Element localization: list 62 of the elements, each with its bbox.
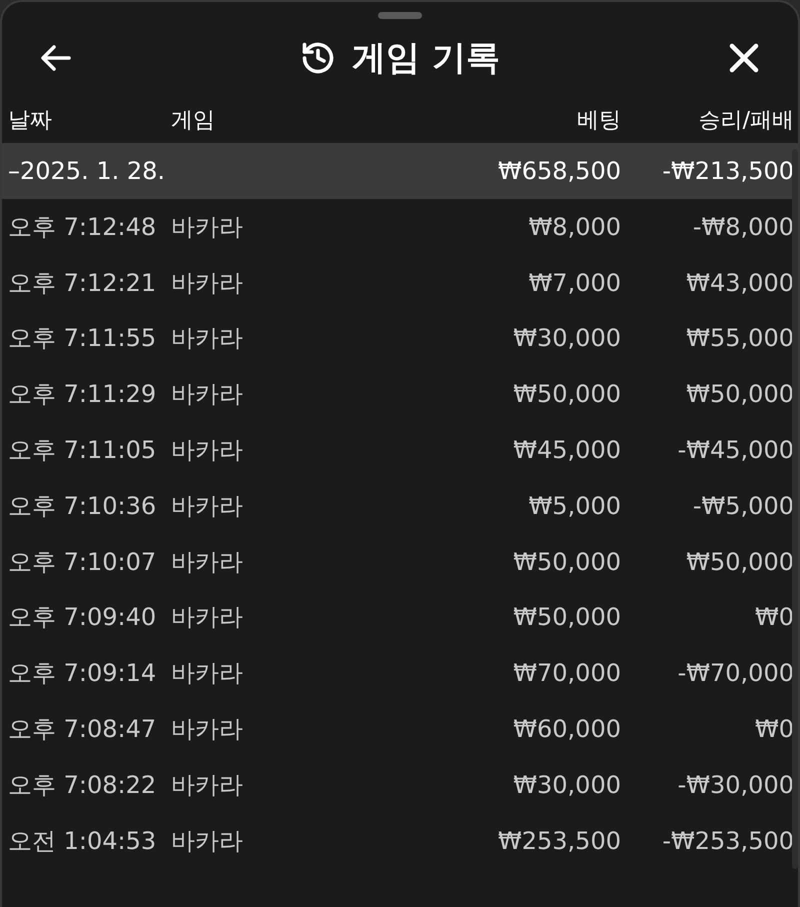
table-cell-text: 바카라 <box>171 323 244 354</box>
table-cell-text: ₩55,000 <box>685 323 795 354</box>
column-header: 날짜 <box>7 106 53 134</box>
table-cell-text: 오후 7:10:07 <box>7 546 158 578</box>
table-cell-text: ₩50,000 <box>685 379 795 410</box>
table-cell-text: ₩60,000 <box>512 714 621 746</box>
table-cell-text: 오후 7:10:36 <box>7 490 158 522</box>
table-cell-text: 바카라 <box>171 379 244 410</box>
table-cell-text: -₩5,000 <box>692 490 795 522</box>
table-cell-text: 오후 7:11:05 <box>7 435 158 466</box>
table-cell-text: 바카라 <box>171 435 244 466</box>
date-group-row[interactable]: –2025. 1. 28. ₩658,500 -₩213,500 <box>2 143 798 199</box>
column-header: 게임 <box>171 106 216 134</box>
table-cell-text: -₩70,000 <box>676 658 795 690</box>
scrollbar[interactable] <box>792 149 798 869</box>
table-cell-text: 바카라 <box>171 546 244 578</box>
table-cell-text: 바카라 <box>171 490 244 522</box>
table-cell-text: –2025. 1. 28. <box>7 156 166 187</box>
history-icon <box>300 40 336 76</box>
table-cell-text: ₩30,000 <box>512 770 621 801</box>
table-cell-text: -₩30,000 <box>676 770 795 801</box>
close-icon <box>729 43 759 73</box>
table-cell-text: 오후 7:12:48 <box>7 212 158 243</box>
back-arrow-icon <box>40 44 72 72</box>
table-cell-text: -₩213,500 <box>661 156 795 187</box>
column-header: 승리/패배 <box>698 106 795 134</box>
table-cell-text: ₩253,500 <box>497 826 621 857</box>
window-title: 게임 기록 <box>352 36 500 80</box>
table-cell-text: 오후 7:08:22 <box>7 770 158 801</box>
table-cell-text: 바카라 <box>171 658 244 690</box>
table-cell-text: 오전 1:04:53 <box>7 826 158 857</box>
table-cell-text: ₩30,000 <box>512 323 621 354</box>
table-cell-text: 오후 7:09:40 <box>7 602 158 634</box>
table-cell-text: ₩0 <box>754 602 795 634</box>
table-cell-text: ₩5,000 <box>528 490 621 522</box>
table-cell-text: ₩8,000 <box>528 212 621 243</box>
table-cell-text: 바카라 <box>171 826 244 857</box>
table-cell-text: ₩50,000 <box>685 546 795 578</box>
table-cell-text: 바카라 <box>171 212 244 243</box>
table-cell-text: -₩253,500 <box>661 826 795 857</box>
table-cell-text: ₩0 <box>754 714 795 746</box>
drag-handle[interactable] <box>378 12 422 19</box>
table-cell-text: 바카라 <box>171 602 244 634</box>
table-cell-text: 오후 7:08:47 <box>7 714 158 746</box>
table-cell-text: ₩50,000 <box>512 546 621 578</box>
table-cell-text: 바카라 <box>171 770 244 801</box>
column-header: 베팅 <box>576 106 621 134</box>
table-cell-text: 오후 7:09:14 <box>7 658 158 690</box>
table-cell-text: ₩70,000 <box>512 658 621 690</box>
table-cell-text: 바카라 <box>171 714 244 746</box>
table-cell-text: ₩50,000 <box>512 602 621 634</box>
table-cell-text: ₩45,000 <box>512 435 621 466</box>
table-cell-text: ₩658,500 <box>497 156 621 187</box>
table-cell-text: ₩7,000 <box>528 268 621 299</box>
table-cell-text: 오후 7:12:21 <box>7 268 158 299</box>
table-cell-text: 바카라 <box>171 268 244 299</box>
table-cell-text: ₩50,000 <box>512 379 621 410</box>
table-cell-text: -₩8,000 <box>692 212 795 243</box>
table-cell-text: 오후 7:11:29 <box>7 379 158 410</box>
table-cell-text: 오후 7:11:55 <box>7 323 158 354</box>
table-cell-text: ₩43,000 <box>685 268 795 299</box>
table-cell-text: -₩45,000 <box>676 435 795 466</box>
